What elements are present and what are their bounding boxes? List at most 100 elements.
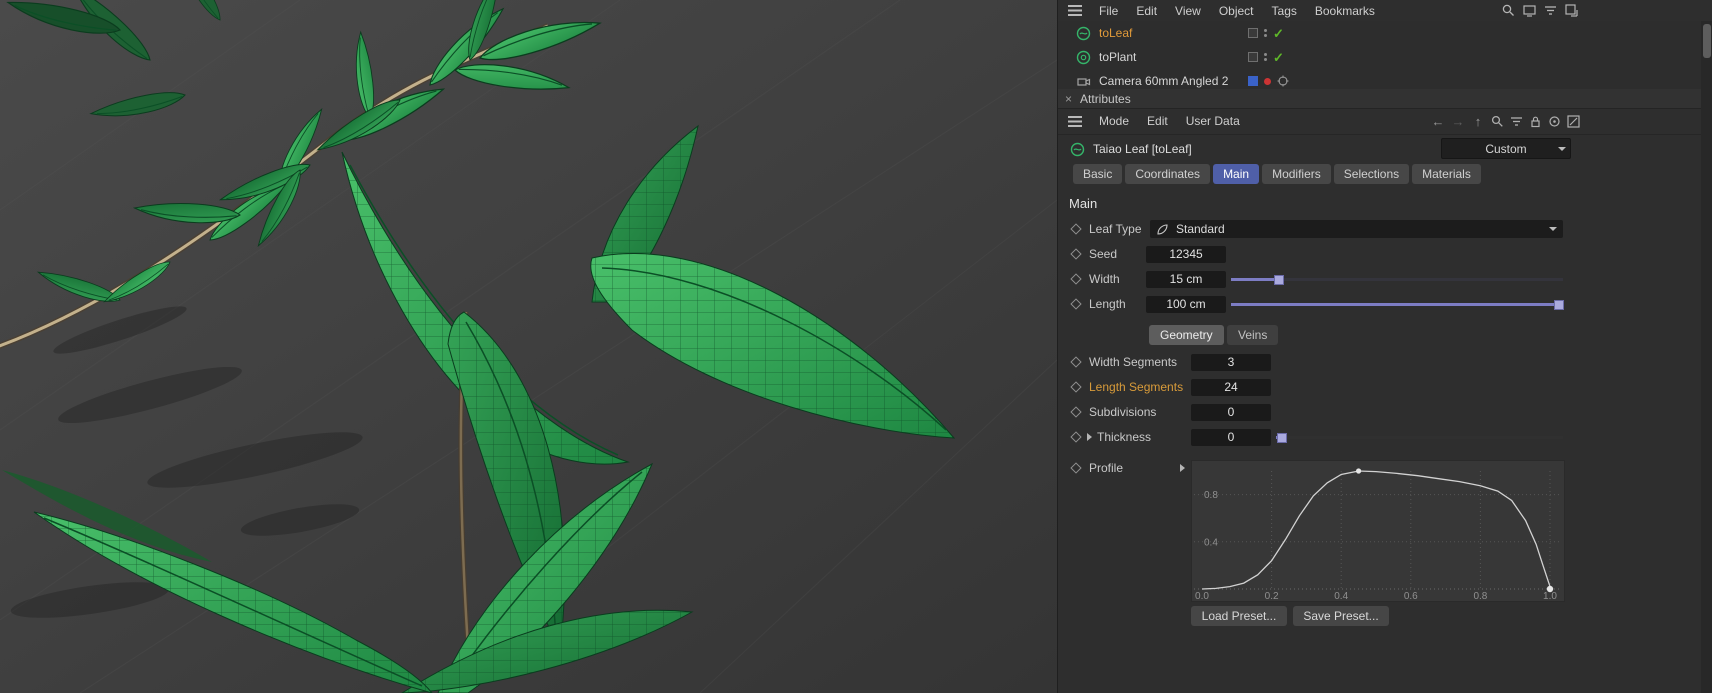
leaf-icon	[1156, 223, 1169, 236]
object-row-camera[interactable]: Camera 60mm Angled 2	[1058, 69, 1701, 89]
expand-arrow-icon[interactable]	[1180, 464, 1185, 472]
key-diamond-icon[interactable]	[1070, 223, 1081, 234]
scrollbar[interactable]	[1701, 21, 1712, 693]
filter-icon[interactable]	[1509, 114, 1524, 129]
field-label: Thickness	[1097, 430, 1151, 444]
preset-dropdown[interactable]: Custom	[1441, 138, 1571, 159]
width-input[interactable]: 15 cm	[1146, 271, 1226, 288]
length-slider-handle[interactable]	[1554, 300, 1564, 310]
object-name[interactable]: Camera 60mm Angled 2	[1099, 74, 1228, 88]
key-diamond-icon[interactable]	[1070, 381, 1081, 392]
back-arrow-icon[interactable]: ←	[1430, 114, 1446, 129]
enabled-check-icon[interactable]: ✓	[1273, 51, 1284, 64]
save-preset-button[interactable]: Save Preset...	[1293, 606, 1389, 626]
expand-arrow-icon[interactable]	[1087, 433, 1092, 441]
field-label: Profile	[1089, 461, 1123, 475]
key-diamond-icon[interactable]	[1070, 406, 1081, 417]
layer-square-icon[interactable]	[1248, 28, 1258, 38]
width-slider[interactable]	[1231, 278, 1563, 281]
filter-icon[interactable]	[1543, 3, 1558, 18]
lock-icon[interactable]	[1528, 114, 1543, 129]
object-name[interactable]: toPlant	[1099, 50, 1136, 64]
tab-selections[interactable]: Selections	[1334, 164, 1409, 184]
scrollbar-thumb[interactable]	[1703, 24, 1711, 58]
field-label: Length	[1089, 297, 1126, 311]
row-subtabs: Geometry Veins	[1058, 324, 1701, 346]
tab-modifiers[interactable]: Modifiers	[1262, 164, 1331, 184]
menu-edit[interactable]: Edit	[1127, 4, 1166, 18]
object-row-toplant[interactable]: toPlant ✓	[1058, 45, 1701, 69]
length-input[interactable]: 100 cm	[1146, 296, 1226, 313]
field-label: Leaf Type	[1089, 222, 1142, 236]
menu-bookmarks[interactable]: Bookmarks	[1306, 4, 1384, 18]
row-width: Width 15 cm	[1058, 269, 1701, 289]
thickness-slider-handle[interactable]	[1277, 433, 1287, 443]
menu-tags[interactable]: Tags	[1263, 4, 1306, 18]
selected-object-name: Taiao Leaf [toLeaf]	[1093, 142, 1192, 156]
svg-text:0.0: 0.0	[1195, 591, 1209, 601]
attribute-object-row: Taiao Leaf [toLeaf] Custom	[1058, 138, 1712, 160]
svg-text:1.0: 1.0	[1543, 591, 1557, 601]
menu-file[interactable]: File	[1090, 4, 1127, 18]
thickness-input[interactable]: 0	[1191, 429, 1271, 446]
target-icon[interactable]	[1277, 75, 1289, 87]
record-dot-icon[interactable]	[1264, 78, 1271, 85]
tab-materials[interactable]: Materials	[1412, 164, 1481, 184]
menu-edit-attr[interactable]: Edit	[1138, 114, 1177, 128]
key-diamond-icon[interactable]	[1070, 431, 1081, 442]
field-label: Seed	[1089, 247, 1117, 261]
subtab-veins[interactable]: Veins	[1227, 325, 1278, 345]
search-icon[interactable]	[1490, 114, 1505, 129]
profile-curve-canvas: 0.00.20.40.60.81.00.40.8	[1192, 461, 1564, 601]
edit-panel-icon[interactable]	[1566, 114, 1581, 129]
tab-coordinates[interactable]: Coordinates	[1125, 164, 1210, 184]
enabled-check-icon[interactable]: ✓	[1273, 27, 1284, 40]
layer-square-icon[interactable]	[1248, 52, 1258, 62]
key-diamond-icon[interactable]	[1070, 356, 1081, 367]
forward-arrow-icon[interactable]: →	[1450, 114, 1466, 129]
camera-icon	[1076, 74, 1091, 89]
focus-icon[interactable]	[1547, 114, 1562, 129]
tab-main[interactable]: Main	[1213, 164, 1259, 184]
new-window-icon[interactable]	[1564, 3, 1579, 18]
width-slider-handle[interactable]	[1274, 275, 1284, 285]
key-diamond-icon[interactable]	[1070, 298, 1081, 309]
tab-basic[interactable]: Basic	[1073, 164, 1122, 184]
object-name[interactable]: toLeaf	[1099, 26, 1132, 40]
row-length-segments: Length Segments 24	[1058, 377, 1701, 397]
visibility-dots-icon[interactable]	[1264, 29, 1267, 37]
leaf-type-dropdown[interactable]: Standard	[1150, 220, 1563, 238]
section-title: Main	[1069, 196, 1097, 211]
hamburger-icon[interactable]	[1068, 116, 1082, 127]
key-diamond-icon[interactable]	[1070, 273, 1081, 284]
row-leaf-type: Leaf Type Standard	[1058, 219, 1701, 239]
thickness-slider[interactable]	[1276, 436, 1563, 439]
menu-user-data[interactable]: User Data	[1177, 114, 1249, 128]
width-segments-input[interactable]: 3	[1191, 354, 1271, 371]
menu-view[interactable]: View	[1166, 4, 1210, 18]
key-diamond-icon[interactable]	[1070, 462, 1081, 473]
visibility-dots-icon[interactable]	[1264, 53, 1267, 61]
home-icon[interactable]	[1522, 3, 1537, 18]
layer-square-icon[interactable]	[1248, 76, 1258, 86]
length-slider[interactable]	[1231, 303, 1563, 306]
load-preset-button[interactable]: Load Preset...	[1191, 606, 1287, 626]
up-arrow-icon[interactable]: ↑	[1470, 114, 1486, 129]
length-segments-input[interactable]: 24	[1191, 379, 1271, 396]
viewport-3d[interactable]	[0, 0, 1057, 693]
close-icon[interactable]: ×	[1065, 93, 1072, 105]
menu-object[interactable]: Object	[1210, 4, 1263, 18]
right-panel: File Edit View Object Tags Bookmarks	[1057, 0, 1712, 693]
hamburger-icon[interactable]	[1068, 5, 1082, 16]
subtab-geometry[interactable]: Geometry	[1149, 325, 1224, 345]
curve-axis-labels: 0.00.20.40.60.81.00.40.8	[1195, 490, 1557, 601]
menu-mode[interactable]: Mode	[1090, 114, 1138, 128]
field-label: Subdivisions	[1089, 405, 1156, 419]
subdivisions-input[interactable]: 0	[1191, 404, 1271, 421]
seed-input[interactable]: 12345	[1146, 246, 1226, 263]
profile-curve-editor[interactable]: 0.00.20.40.60.81.00.40.8	[1191, 460, 1565, 602]
key-diamond-icon[interactable]	[1070, 248, 1081, 259]
search-icon[interactable]	[1501, 3, 1516, 18]
object-row-toleaf[interactable]: toLeaf ✓	[1058, 21, 1701, 45]
xpresso-tag-icon	[1076, 50, 1091, 65]
